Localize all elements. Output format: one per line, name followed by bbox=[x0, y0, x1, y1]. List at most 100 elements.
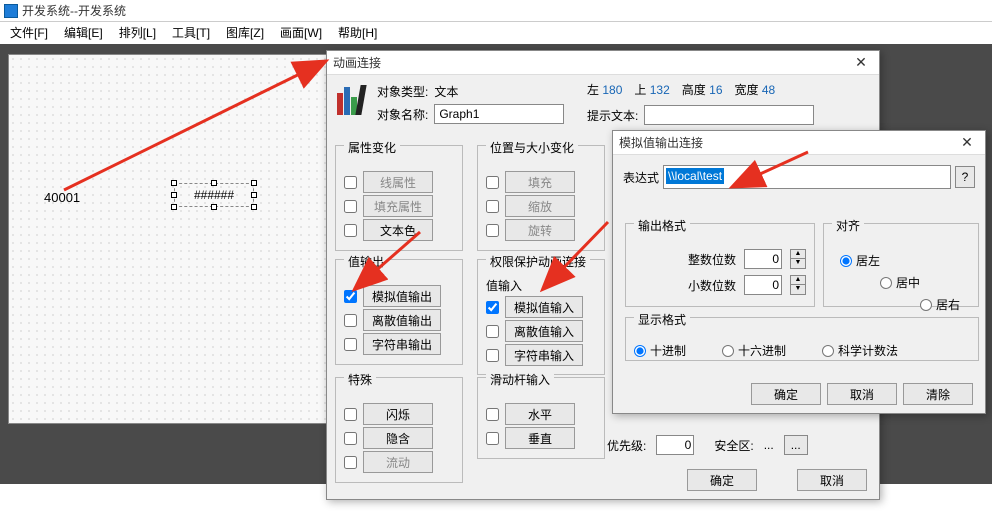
btn-discrete-out[interactable]: 离散值输出 bbox=[363, 309, 441, 331]
resize-handle[interactable] bbox=[251, 192, 257, 198]
int-digits-label: 整数位数 bbox=[688, 251, 736, 268]
btn-rotate[interactable]: 旋转 bbox=[505, 219, 575, 241]
group-special: 特殊 闪烁 隐含 流动 bbox=[335, 377, 463, 483]
group-slider: 滑动杆输入 水平 垂直 bbox=[477, 377, 605, 459]
dec-digits-input[interactable] bbox=[744, 275, 782, 295]
menu-bar: 文件[F] 编辑[E] 排列[L] 工具[T] 图库[Z] 画面[W] 帮助[H… bbox=[0, 22, 992, 42]
expression-input[interactable]: \\local\test bbox=[663, 165, 951, 189]
menu-edit[interactable]: 编辑[E] bbox=[56, 22, 111, 43]
chk-text-color[interactable] bbox=[344, 224, 357, 237]
app-icon bbox=[4, 4, 18, 18]
position-info: 左 180 上 132 高度 16 宽度 48 bbox=[587, 81, 775, 98]
resize-handle[interactable] bbox=[211, 180, 217, 186]
chk-fill-attr[interactable] bbox=[344, 200, 357, 213]
group-attr-change: 属性变化 线属性 填充属性 文本色 bbox=[335, 145, 463, 251]
chk-vertical[interactable] bbox=[486, 432, 499, 445]
main-title-bar: 开发系统--开发系统 bbox=[0, 0, 992, 22]
zone-label: 安全区: bbox=[714, 437, 753, 454]
selected-text-object[interactable]: ###### bbox=[174, 183, 254, 207]
zone-value: ... bbox=[764, 438, 774, 452]
zone-browse-button[interactable]: ... bbox=[784, 435, 808, 455]
btn-string-in[interactable]: 字符串输入 bbox=[505, 344, 583, 366]
chk-string-out[interactable] bbox=[344, 338, 357, 351]
expression-label: 表达式 bbox=[623, 169, 659, 186]
analog-title-bar[interactable]: 模拟值输出连接 ✕ bbox=[613, 131, 985, 155]
obj-type-label: 对象类型: bbox=[377, 83, 428, 100]
menu-arrange[interactable]: 排列[L] bbox=[111, 22, 164, 43]
btn-scale[interactable]: 缩放 bbox=[505, 195, 575, 217]
btn-vertical[interactable]: 垂直 bbox=[505, 427, 575, 449]
radio-scientific[interactable] bbox=[822, 345, 834, 357]
radio-decimal[interactable] bbox=[634, 345, 646, 357]
menu-file[interactable]: 文件[F] bbox=[2, 22, 56, 43]
chk-fill[interactable] bbox=[486, 176, 499, 189]
chk-rotate[interactable] bbox=[486, 224, 499, 237]
analog-clear-button[interactable]: 清除 bbox=[903, 383, 973, 405]
int-spinner[interactable]: ▲▼ bbox=[790, 249, 806, 269]
animconn-ok-button[interactable]: 确定 bbox=[687, 469, 757, 491]
btn-discrete-in[interactable]: 离散值输入 bbox=[505, 320, 583, 342]
chk-horizontal[interactable] bbox=[486, 408, 499, 421]
btn-string-out[interactable]: 字符串输出 bbox=[363, 333, 441, 355]
menu-tools[interactable]: 工具[T] bbox=[164, 22, 218, 43]
priority-input[interactable] bbox=[656, 435, 694, 455]
subgroup-value-input-label: 值输入 bbox=[486, 277, 596, 294]
tip-text-input[interactable] bbox=[644, 105, 814, 125]
radio-align-left[interactable] bbox=[840, 255, 852, 267]
btn-line-attr[interactable]: 线属性 bbox=[363, 171, 433, 193]
btn-hide[interactable]: 隐含 bbox=[363, 427, 433, 449]
radio-align-right[interactable] bbox=[920, 299, 932, 311]
resize-handle[interactable] bbox=[251, 204, 257, 210]
btn-fill[interactable]: 填充 bbox=[505, 171, 575, 193]
btn-blink[interactable]: 闪烁 bbox=[363, 403, 433, 425]
resize-handle[interactable] bbox=[251, 180, 257, 186]
resize-handle[interactable] bbox=[211, 204, 217, 210]
resize-handle[interactable] bbox=[171, 192, 177, 198]
books-icon bbox=[337, 83, 369, 115]
btn-flow[interactable]: 流动 bbox=[363, 451, 433, 473]
chk-line-attr[interactable] bbox=[344, 176, 357, 189]
group-display-format: 显示格式 十进制 十六进制 科学计数法 bbox=[625, 317, 979, 361]
close-icon[interactable]: ✕ bbox=[955, 134, 979, 151]
dec-spinner[interactable]: ▲▼ bbox=[790, 275, 806, 295]
chk-analog-in[interactable] bbox=[486, 301, 499, 314]
obj-type-value: 文本 bbox=[434, 83, 458, 100]
int-digits-input[interactable] bbox=[744, 249, 782, 269]
radio-hex[interactable] bbox=[722, 345, 734, 357]
obj-name-input[interactable] bbox=[434, 104, 564, 124]
close-icon[interactable]: ✕ bbox=[849, 54, 873, 71]
tip-label: 提示文本: bbox=[587, 107, 638, 124]
chk-flow[interactable] bbox=[344, 456, 357, 469]
resize-handle[interactable] bbox=[171, 204, 177, 210]
group-output-format: 输出格式 整数位数 ▲▼ 小数位数 ▲▼ bbox=[625, 223, 815, 307]
btn-fill-attr[interactable]: 填充属性 bbox=[363, 195, 433, 217]
chk-analog-out[interactable] bbox=[344, 290, 357, 303]
priority-label: 优先级: bbox=[607, 437, 646, 454]
animconn-cancel-button[interactable]: 取消 bbox=[797, 469, 867, 491]
analog-output-dialog: 模拟值输出连接 ✕ 表达式 \\local\test ? 输出格式 整数位数 ▲… bbox=[612, 130, 986, 414]
group-align: 对齐 居左 居中 居右 bbox=[823, 223, 979, 307]
canvas-text-label[interactable]: 40001 bbox=[44, 190, 80, 205]
btn-text-color[interactable]: 文本色 bbox=[363, 219, 433, 241]
menu-screen[interactable]: 画面[W] bbox=[272, 22, 330, 43]
expression-selected-text: \\local\test bbox=[666, 168, 724, 184]
resize-handle[interactable] bbox=[171, 180, 177, 186]
analog-ok-button[interactable]: 确定 bbox=[751, 383, 821, 405]
expression-help-button[interactable]: ? bbox=[955, 166, 975, 188]
menu-help[interactable]: 帮助[H] bbox=[330, 22, 385, 43]
animconn-title-bar[interactable]: 动画连接 ✕ bbox=[327, 51, 879, 75]
btn-analog-in[interactable]: 模拟值输入 bbox=[505, 296, 583, 318]
chk-discrete-out[interactable] bbox=[344, 314, 357, 327]
chk-blink[interactable] bbox=[344, 408, 357, 421]
menu-library[interactable]: 图库[Z] bbox=[218, 22, 272, 43]
group-pos-size: 位置与大小变化 填充 缩放 旋转 bbox=[477, 145, 605, 251]
analog-cancel-button[interactable]: 取消 bbox=[827, 383, 897, 405]
btn-analog-out[interactable]: 模拟值输出 bbox=[363, 285, 441, 307]
chk-string-in[interactable] bbox=[486, 349, 499, 362]
app-title: 开发系统--开发系统 bbox=[22, 2, 126, 19]
btn-horizontal[interactable]: 水平 bbox=[505, 403, 575, 425]
chk-hide[interactable] bbox=[344, 432, 357, 445]
chk-scale[interactable] bbox=[486, 200, 499, 213]
radio-align-center[interactable] bbox=[880, 277, 892, 289]
chk-discrete-in[interactable] bbox=[486, 325, 499, 338]
